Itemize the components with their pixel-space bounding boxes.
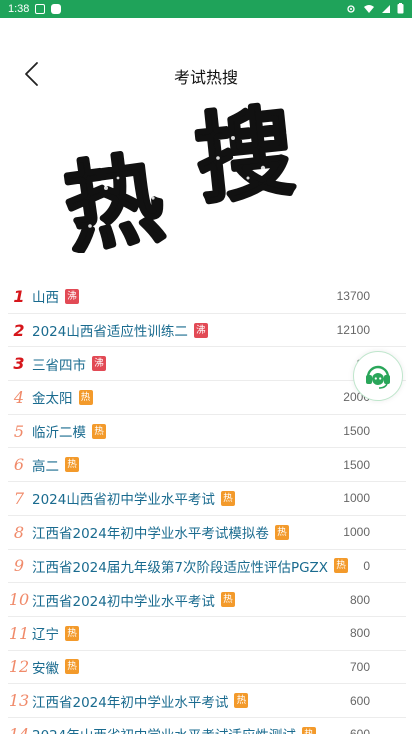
rank-number: 11	[8, 623, 30, 643]
hot-search-row[interactable]: 2 2024山西省适应性训练二沸 12100	[8, 314, 406, 348]
keyword-label: 安徽	[32, 660, 59, 677]
hot-badge: 热	[65, 659, 79, 675]
rank-number: 9	[13, 556, 25, 576]
hot-badge: 热	[65, 457, 79, 473]
keyword-label: 山西	[32, 290, 59, 307]
page-title: 考试热搜	[173, 68, 238, 87]
search-count: 12100	[336, 323, 370, 338]
hot-search-row[interactable]: 7 2024山西省初中学业水平考试热 1000	[8, 482, 406, 516]
hot-badge: 热	[301, 726, 316, 734]
search-count: 0	[363, 558, 370, 573]
hot-badge: 热	[334, 558, 349, 574]
svg-text:搜: 搜	[190, 98, 299, 219]
hot-badge: 热	[65, 625, 79, 641]
hot-search-row[interactable]: 5 临沂二模热 1500	[8, 415, 406, 449]
hot-search-list: 1山西沸1370022024山西省适应性训练二沸121003三省四市沸304金太…	[8, 280, 406, 734]
rank-number: 1	[13, 286, 25, 306]
hot-search-row[interactable]: 3三省四市沸30	[8, 347, 406, 382]
keyword-label: 临沂二模	[32, 425, 86, 442]
rank-number: 2	[13, 320, 25, 340]
wifi-icon	[364, 4, 374, 13]
status-right-icons	[345, 3, 404, 14]
search-count: 600	[350, 727, 370, 734]
hot-search-row[interactable]: 142024年山西省初中学业水平考试适应性测试热 600	[8, 718, 406, 734]
status-bar: 1:38	[0, 0, 412, 18]
rank-number: 4	[13, 387, 25, 407]
boil-badge: 沸	[92, 356, 106, 372]
rank-number: 5	[13, 421, 25, 441]
battery-icon	[397, 3, 404, 14]
keyword-label: 金太阳	[32, 391, 73, 408]
vibrate-icon	[347, 4, 355, 13]
hot-badge: 热	[274, 524, 289, 540]
hot-search-row[interactable]: 11 辽宁热 800	[8, 617, 406, 651]
rank-number: 8	[13, 522, 25, 542]
rank-number: 3	[13, 354, 25, 374]
keyword-label: 江西省2024年初中学业水平考试模拟卷	[32, 526, 269, 543]
hot-search-row[interactable]: 9 江西省2024届九年级第7次阶段适应性评估PGZX 热 0	[8, 550, 406, 584]
search-count: 800	[349, 626, 370, 641]
keyword-label: 高二	[32, 458, 59, 475]
hot-search-row[interactable]: 13 江西省2024年初中学业水平考试热 600	[8, 684, 406, 718]
search-count: 700	[349, 659, 370, 674]
hot-search-row[interactable]: 12 安徽热 700	[8, 651, 406, 685]
hot-badge: 热	[92, 423, 106, 439]
keyword-label: 2024年山西省初中学业水平考试适应性测试	[32, 724, 296, 734]
search-count: 600	[349, 693, 370, 708]
nav-bar: 考试热搜	[0, 55, 412, 93]
hot-search-row[interactable]: 1 山西沸 13700	[8, 280, 406, 314]
hot-search-row[interactable]: 10 江西省2024初中学业水平考试热 800	[8, 583, 406, 617]
keyword-label: 2024山西省适应性训练二	[32, 324, 188, 341]
keyword-label: 江西省2024年初中学业水平考试	[32, 694, 229, 711]
rank-number: 12	[8, 657, 30, 677]
app-icon	[51, 4, 62, 14]
signal-icon	[382, 4, 390, 13]
hot-search-banner: 热 搜	[58, 98, 308, 253]
boil-badge: 沸	[193, 322, 208, 338]
hot-search-row[interactable]: 4 金太阳热 2000	[8, 381, 406, 415]
notification-icon	[35, 4, 46, 14]
hot-badge: 热	[78, 389, 93, 405]
rank-number: 13	[8, 691, 30, 711]
hot-badge: 热	[220, 592, 235, 608]
rank-number: 10	[8, 590, 30, 610]
search-count: 1500	[343, 457, 370, 472]
customer-service-icon	[366, 365, 390, 389]
status-time: 1:38	[8, 3, 30, 15]
search-count: 1000	[343, 491, 370, 506]
search-count: 13700	[336, 289, 370, 304]
rank-number: 7	[13, 488, 25, 508]
keyword-label: 三省四市	[32, 357, 86, 374]
keyword-label: 辽宁	[32, 627, 59, 644]
customer-service-button[interactable]	[353, 351, 403, 401]
hot-search-row[interactable]: 8 江西省2024年初中学业水平考试模拟卷热 1000	[8, 516, 406, 550]
rank-number: 14	[8, 725, 30, 734]
hot-search-row[interactable]: 6 高二热 1500	[8, 448, 406, 483]
rank-number: 6	[13, 455, 25, 475]
search-count: 1500	[343, 424, 370, 439]
boil-badge: 沸	[65, 288, 79, 304]
hot-badge: 热	[220, 490, 235, 506]
keyword-label: 江西省2024初中学业水平考试	[32, 593, 215, 610]
search-count: 1000	[343, 525, 370, 540]
search-count: 800	[349, 592, 370, 607]
keyword-label: 江西省2024届九年级第7次阶段适应性评估PGZX	[32, 559, 329, 576]
keyword-label: 2024山西省初中学业水平考试	[32, 492, 215, 509]
hot-badge: 热	[234, 693, 249, 709]
